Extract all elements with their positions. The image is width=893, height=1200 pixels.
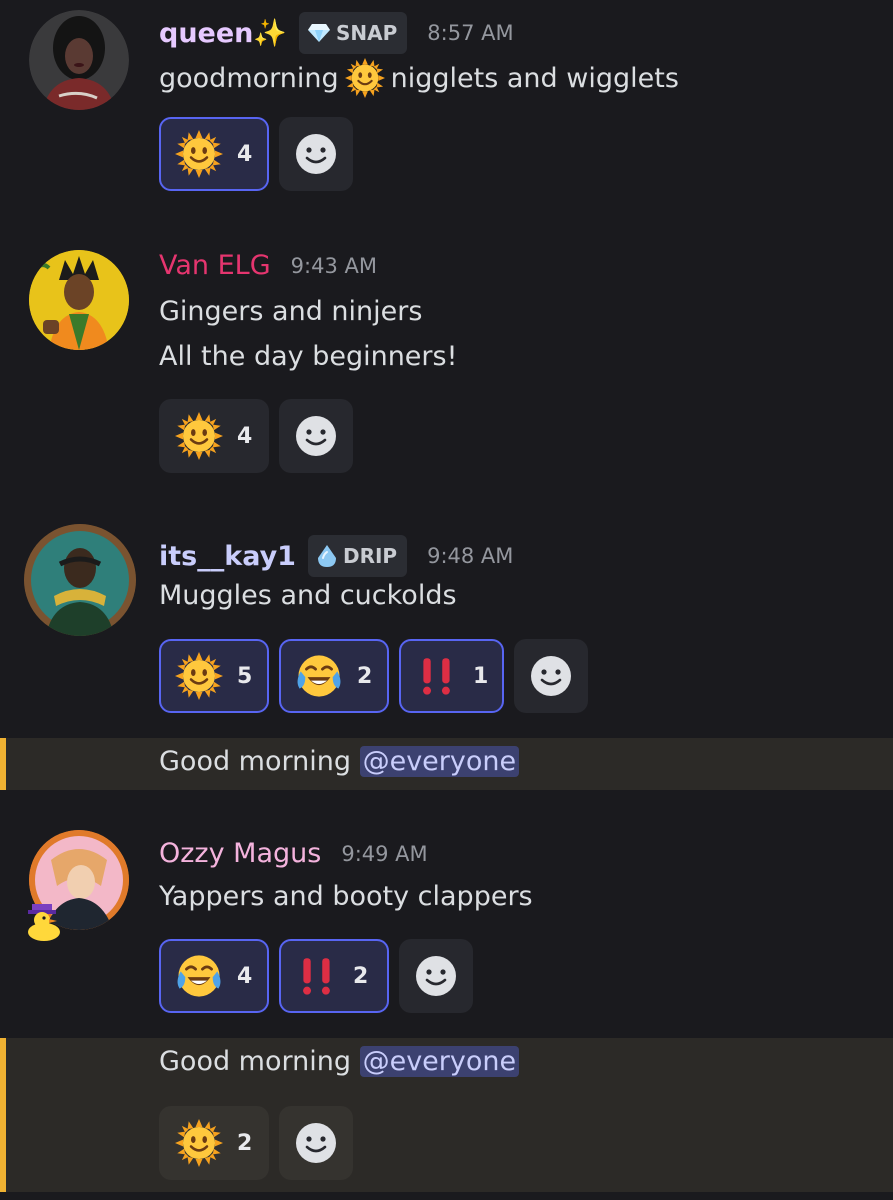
- reaction-button[interactable]: 2: [279, 639, 389, 713]
- reaction-button[interactable]: 2: [279, 939, 389, 1013]
- reaction-button[interactable]: 4: [159, 399, 269, 473]
- reaction-button[interactable]: 4: [159, 117, 269, 191]
- add-reaction-icon: [530, 655, 572, 697]
- reaction-count: 4: [237, 423, 253, 449]
- reaction-count: 2: [357, 663, 373, 689]
- mention-highlight-message: Good morning @everyone 2: [0, 1038, 893, 1192]
- reaction-button[interactable]: 4: [159, 939, 269, 1013]
- reactions-bar: 4: [159, 399, 353, 473]
- message-text-part: goodmorning: [159, 62, 339, 94]
- reaction-count: 4: [237, 141, 253, 167]
- guild-tag-badge[interactable]: DRIP: [307, 535, 408, 577]
- duck-icon: [22, 904, 70, 942]
- avatar[interactable]: [29, 10, 129, 110]
- message-text: Good morning @everyone: [159, 1046, 520, 1077]
- mention-highlight-message: Good morning @everyone: [0, 738, 893, 790]
- username[interactable]: its__kay1: [159, 541, 296, 572]
- guild-tag-badge[interactable]: SNAP: [299, 12, 408, 54]
- tears-of-joy-icon: [295, 652, 343, 700]
- avatar[interactable]: [29, 250, 129, 350]
- avatar[interactable]: [24, 524, 136, 636]
- sun-icon: [175, 130, 223, 178]
- add-reaction-button[interactable]: [399, 939, 473, 1013]
- add-reaction-button[interactable]: [279, 1106, 353, 1180]
- message-text: Yappers and booty clappers: [159, 881, 533, 912]
- message-text: Gingers and ninjers: [159, 296, 423, 327]
- reaction-button[interactable]: 1: [399, 639, 504, 713]
- tears-of-joy-icon: [175, 952, 223, 1000]
- message-text: All the day beginners!: [159, 341, 458, 372]
- message-item: its__kay1 DRIP 9:48 AM Muggles and cucko…: [0, 520, 893, 720]
- add-reaction-button[interactable]: [279, 399, 353, 473]
- reactions-bar: 5 2 1: [159, 639, 588, 713]
- message-text-part: nigglets and wigglets: [390, 62, 679, 94]
- everyone-mention[interactable]: @everyone: [359, 1046, 520, 1077]
- gem-icon: [307, 23, 331, 43]
- add-reaction-icon: [295, 133, 337, 175]
- timestamp: 9:49 AM: [341, 841, 428, 866]
- message-text: Good morning @everyone: [159, 746, 520, 777]
- message-item: Ozzy Magus 9:49 AM Yappers and booty cla…: [0, 820, 893, 1020]
- double-exclamation-icon: [295, 952, 339, 1000]
- sun-icon: [175, 412, 223, 460]
- reaction-button[interactable]: 2: [159, 1106, 269, 1180]
- reactions-bar: 4: [159, 117, 353, 191]
- sun-icon: [175, 652, 223, 700]
- message-text: goodmorning nigglets and wigglets: [159, 58, 679, 98]
- reaction-count: 4: [237, 963, 253, 989]
- sun-icon: [175, 1119, 223, 1167]
- everyone-mention[interactable]: @everyone: [359, 746, 520, 777]
- add-reaction-icon: [295, 1122, 337, 1164]
- reactions-bar: 2: [159, 1106, 353, 1180]
- droplet-icon: [316, 544, 338, 568]
- guild-tag-label: SNAP: [336, 21, 398, 45]
- timestamp: 9:43 AM: [290, 253, 377, 278]
- sun-emoji-icon: [344, 58, 385, 98]
- add-reaction-icon: [415, 955, 457, 997]
- username[interactable]: Van ELG: [159, 250, 271, 281]
- add-reaction-button[interactable]: [514, 639, 588, 713]
- timestamp: 9:48 AM: [427, 544, 514, 568]
- message-text: Muggles and cuckolds: [159, 580, 457, 611]
- reactions-bar: 4 2: [159, 939, 473, 1013]
- double-exclamation-icon: [415, 652, 459, 700]
- reaction-count: 5: [237, 663, 253, 689]
- message-text-part: Good morning: [159, 746, 351, 777]
- username[interactable]: queen✨: [159, 17, 287, 49]
- add-reaction-icon: [295, 415, 337, 457]
- reaction-button[interactable]: 5: [159, 639, 269, 713]
- reaction-count: 2: [237, 1130, 253, 1156]
- reaction-count: 1: [473, 663, 489, 689]
- username[interactable]: Ozzy Magus: [159, 838, 321, 869]
- message-text-part: Good morning: [159, 1046, 351, 1077]
- message-item: queen✨ SNAP 8:57 AM goodmorning nigglets…: [0, 0, 893, 210]
- reaction-count: 2: [353, 963, 369, 989]
- add-reaction-button[interactable]: [279, 117, 353, 191]
- guild-tag-label: DRIP: [342, 544, 398, 568]
- message-item: Van ELG 9:43 AM Gingers and ninjers All …: [0, 240, 893, 490]
- timestamp: 8:57 AM: [427, 21, 514, 45]
